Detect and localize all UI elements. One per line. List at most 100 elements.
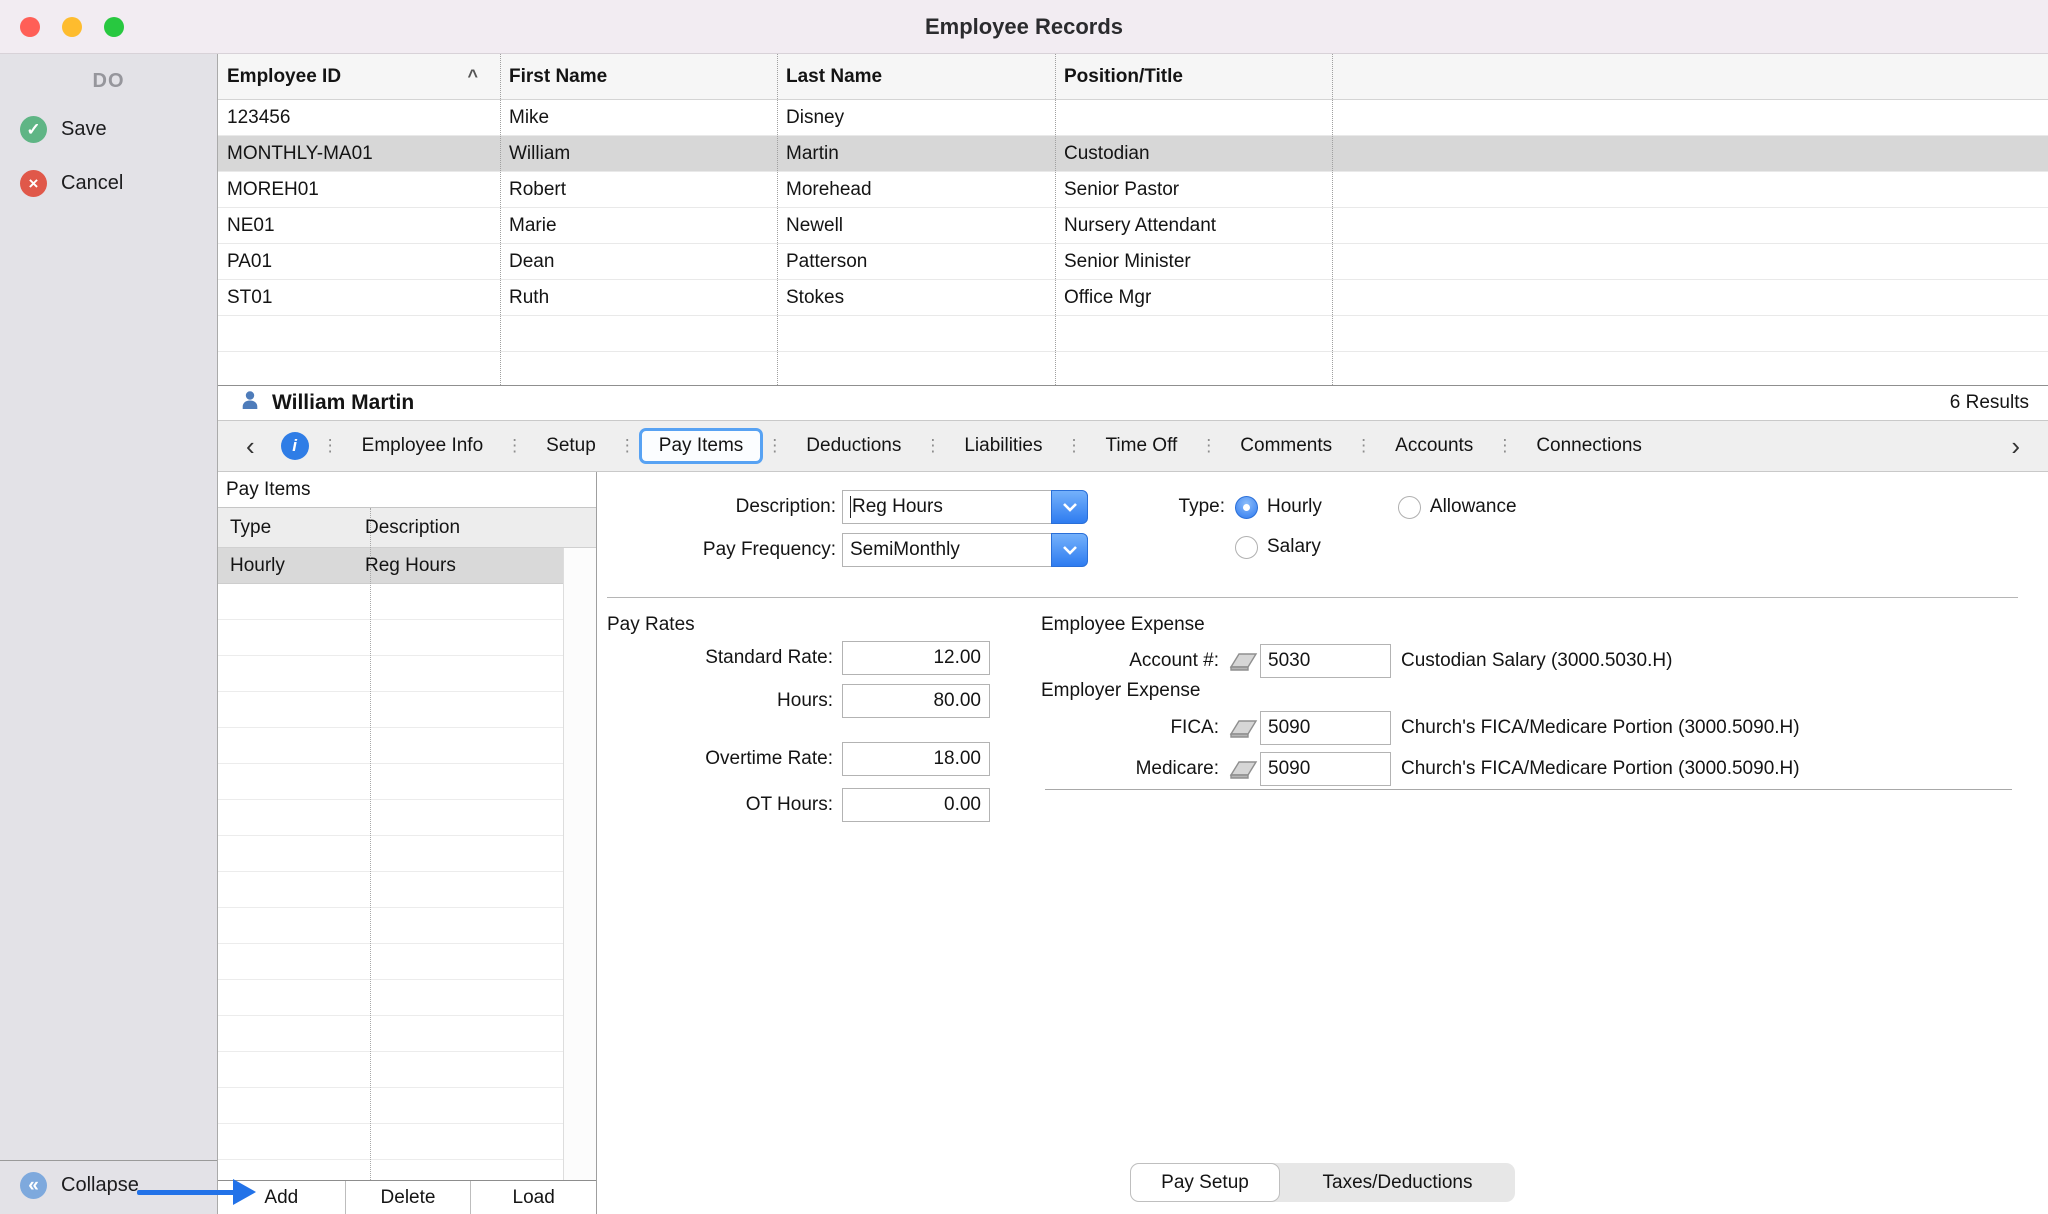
tab-separator-icon: ⋮	[1352, 436, 1375, 456]
close-window-button[interactable]	[20, 17, 40, 37]
person-icon	[238, 389, 262, 418]
pay-items-panel: Pay Items Type Description Hourly Reg Ho…	[218, 472, 597, 1214]
pay-items-column-type[interactable]: Type	[218, 517, 353, 539]
medicare-account-input[interactable]: 5090	[1260, 752, 1391, 786]
pay-frequency-label: Pay Frequency:	[597, 533, 836, 567]
account-number-label: Account #:	[1041, 644, 1219, 678]
save-button[interactable]: ✓ Save	[20, 116, 107, 143]
pay-frequency-dropdown[interactable]: SemiMonthly	[842, 533, 1088, 567]
tab-connections[interactable]: Connections	[1516, 428, 1662, 464]
ot-hours-input[interactable]: 0.00	[842, 788, 990, 822]
fica-lookup-icon[interactable]	[1227, 716, 1259, 740]
description-dropdown[interactable]: Reg Hours	[842, 490, 1088, 524]
account-description: Custodian Salary (3000.5030.H)	[1401, 644, 1672, 678]
type-salary-radio[interactable]	[1235, 536, 1258, 559]
type-hourly-label[interactable]: Hourly	[1267, 496, 1322, 518]
tab-separator-icon: ⋮	[503, 436, 526, 456]
tab-taxes-deductions[interactable]: Taxes/Deductions	[1280, 1163, 1515, 1202]
tab-liabilities[interactable]: Liabilities	[944, 428, 1062, 464]
employee-expense-title: Employee Expense	[1041, 614, 1205, 636]
table-row[interactable]: MOREH01 Robert Morehead Senior Pastor	[218, 172, 2048, 208]
tab-separator-icon: ⋮	[319, 436, 342, 456]
chevron-down-icon	[1062, 545, 1078, 555]
tab-separator-icon: ⋮	[921, 436, 944, 456]
collapse-chevrons-icon: «	[20, 1172, 47, 1199]
window-titlebar: Employee Records	[0, 0, 2048, 54]
tab-separator-icon: ⋮	[763, 436, 786, 456]
tab-employee-info[interactable]: Employee Info	[342, 428, 503, 464]
type-allowance-label[interactable]: Allowance	[1430, 496, 1517, 518]
tab-pay-items[interactable]: Pay Items	[639, 428, 763, 464]
standard-rate-input[interactable]: 12.00	[842, 641, 990, 675]
tabs-scroll-left-button[interactable]: ‹	[230, 433, 271, 459]
hours-input[interactable]: 80.00	[842, 684, 990, 718]
type-radio-group-row1: Type: Hourly Allowance	[1057, 490, 1517, 524]
overtime-rate-input[interactable]: 18.00	[842, 742, 990, 776]
fica-account-input[interactable]: 5090	[1260, 711, 1391, 745]
column-divider	[777, 54, 778, 385]
tab-separator-icon: ⋮	[616, 436, 639, 456]
results-count: 6 Results	[1950, 392, 2048, 414]
pay-frequency-dropdown-button[interactable]	[1051, 533, 1088, 567]
tab-time-off[interactable]: Time Off	[1086, 428, 1198, 464]
pay-items-list: Hourly Reg Hours	[218, 548, 596, 1180]
annotation-arrow	[137, 1190, 237, 1195]
annotation-arrow-head	[233, 1179, 256, 1205]
table-row[interactable]: ST01 Ruth Stokes Office Mgr	[218, 280, 2048, 316]
info-icon[interactable]: i	[281, 432, 309, 460]
record-header: William Martin 6 Results	[218, 385, 2048, 420]
column-header-last-name[interactable]: Last Name	[777, 66, 1055, 88]
tab-deductions[interactable]: Deductions	[786, 428, 921, 464]
zoom-window-button[interactable]	[104, 17, 124, 37]
account-number-input[interactable]: 5030	[1260, 644, 1391, 678]
pay-item-row-selected[interactable]: Hourly Reg Hours	[218, 548, 564, 584]
ot-hours-label: OT Hours:	[597, 788, 833, 822]
hours-label: Hours:	[597, 684, 833, 718]
pay-item-detail: Description: Reg Hours Pay Frequency: Se…	[597, 472, 2048, 1214]
expense-section-divider	[1045, 789, 2012, 790]
sidebar-header: DO	[0, 54, 217, 93]
table-empty-rows	[218, 316, 2048, 385]
tab-separator-icon: ⋮	[1197, 436, 1220, 456]
column-header-position[interactable]: Position/Title	[1055, 66, 1332, 88]
save-check-icon: ✓	[20, 116, 47, 143]
detail-bottom-tabs: Pay Setup Taxes/Deductions	[1130, 1163, 1515, 1202]
tab-setup[interactable]: Setup	[526, 428, 616, 464]
text-cursor	[850, 496, 851, 518]
table-row-selected[interactable]: MONTHLY-MA01 William Martin Custodian	[218, 136, 2048, 172]
record-name: William Martin	[272, 391, 414, 415]
cancel-button[interactable]: × Cancel	[20, 170, 123, 197]
pay-items-scrollbar[interactable]	[563, 548, 596, 1180]
tab-pay-setup[interactable]: Pay Setup	[1130, 1163, 1280, 1202]
tab-comments[interactable]: Comments	[1220, 428, 1352, 464]
fica-description: Church's FICA/Medicare Portion (3000.509…	[1401, 711, 1800, 745]
tab-separator-icon: ⋮	[1493, 436, 1516, 456]
type-label: Type:	[1057, 490, 1225, 524]
cancel-button-label: Cancel	[61, 172, 123, 195]
type-hourly-radio[interactable]	[1235, 496, 1258, 519]
window-title: Employee Records	[0, 0, 2048, 53]
sort-ascending-icon: ^	[467, 66, 478, 87]
minimize-window-button[interactable]	[62, 17, 82, 37]
delete-pay-item-button[interactable]: Delete	[346, 1181, 472, 1214]
collapse-button[interactable]: « Collapse	[20, 1172, 139, 1199]
pay-frequency-value: SemiMonthly	[850, 539, 960, 561]
medicare-label: Medicare:	[1041, 752, 1219, 786]
tab-accounts[interactable]: Accounts	[1375, 428, 1493, 464]
type-salary-label[interactable]: Salary	[1267, 536, 1321, 558]
column-header-employee-id[interactable]: Employee ID ^	[218, 66, 500, 88]
load-pay-item-button[interactable]: Load	[471, 1181, 596, 1214]
employee-table-header: Employee ID ^ First Name Last Name Posit…	[218, 54, 2048, 100]
medicare-lookup-icon[interactable]	[1227, 757, 1259, 781]
account-lookup-icon[interactable]	[1227, 649, 1259, 673]
table-row[interactable]: 123456 Mike Disney	[218, 100, 2048, 136]
pay-rates-title: Pay Rates	[607, 614, 695, 636]
table-row[interactable]: NE01 Marie Newell Nursery Attendant	[218, 208, 2048, 244]
column-header-first-name[interactable]: First Name	[500, 66, 777, 88]
tabs-scroll-right-button[interactable]: ›	[1995, 433, 2036, 459]
type-allowance-radio[interactable]	[1398, 496, 1421, 519]
pay-items-column-divider	[370, 508, 371, 1180]
table-row[interactable]: PA01 Dean Patterson Senior Minister	[218, 244, 2048, 280]
cancel-x-icon: ×	[20, 170, 47, 197]
description-label: Description:	[597, 490, 836, 524]
